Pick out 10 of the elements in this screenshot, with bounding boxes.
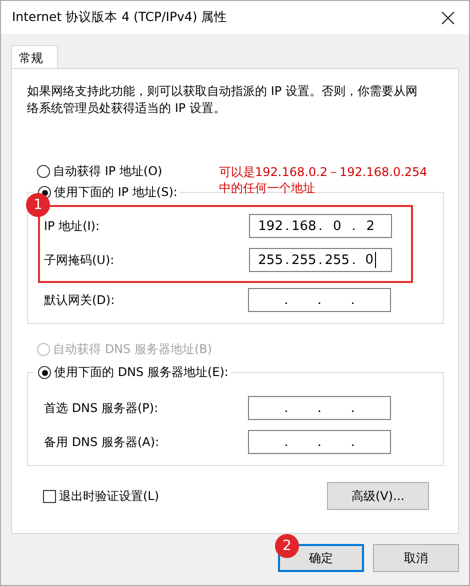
field-label: 备用 DNS 服务器(A): [44,434,160,450]
window-title: Internet 协议版本 4 (TCP/IPv4) 属性 [12,9,228,26]
field-label: 首选 DNS 服务器(P): [44,400,158,416]
step-marker-overlay: 2 [275,534,299,558]
field-label: IP 地址(I): [44,218,100,234]
annotation-note: 可以是192.168.0.2－192.168.0.254 中的任何一个地址 [219,164,428,196]
field-label: 默认网关(D): [44,292,115,308]
field-label: 子网掩码(U): [44,252,114,268]
step-marker-overlay: 1 [26,193,50,217]
description-text: 如果网络支持此功能，则可以获取自动指派的 IP 设置。否则，你需要从网络系统管理员处获得适当的 IP 设置。 [27,83,418,117]
